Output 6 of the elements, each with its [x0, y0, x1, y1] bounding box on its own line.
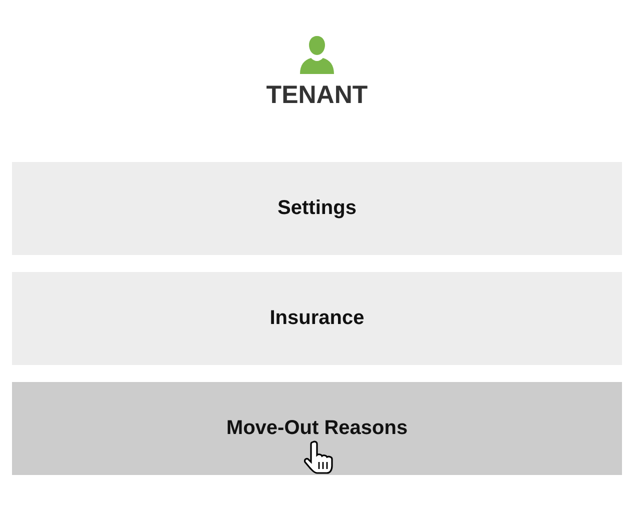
menu-item[interactable]: Move-Out Reasons — [12, 382, 622, 475]
menu-item[interactable]: Settings — [12, 162, 622, 255]
page-title: TENANT — [266, 80, 368, 110]
menu-item[interactable]: Insurance — [12, 272, 622, 365]
hand-cursor-icon — [304, 440, 334, 474]
user-icon — [300, 36, 334, 74]
